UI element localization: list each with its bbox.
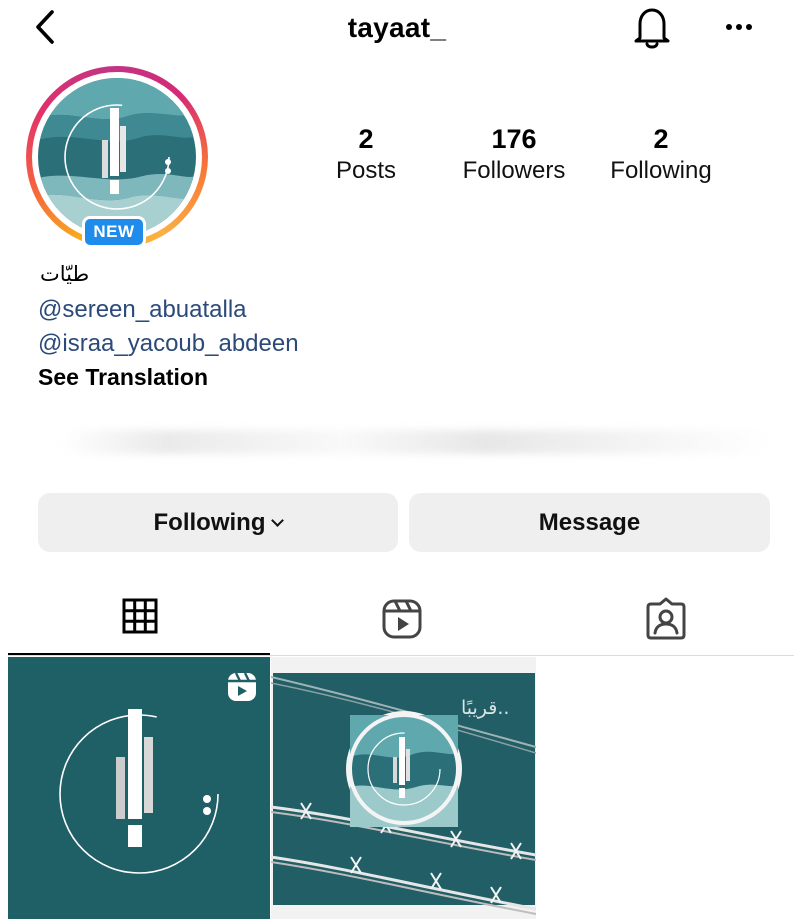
- following-count-value: 2: [653, 124, 669, 154]
- bell-icon: [634, 8, 670, 49]
- reels-icon: [382, 599, 422, 639]
- post-overlay-text: قريبًا..: [461, 697, 510, 719]
- followers-count-label: Followers: [462, 157, 566, 184]
- posts-count[interactable]: 2 Posts: [316, 124, 416, 188]
- message-button[interactable]: Message: [409, 493, 770, 552]
- blurred-bio-text: [60, 430, 770, 454]
- post-thumbnail-reel[interactable]: [8, 657, 270, 919]
- chevron-down-icon: [271, 514, 285, 527]
- bio-mention-link[interactable]: @israa_yacoub_abdeen: [38, 330, 299, 358]
- following-count-label: Following: [610, 157, 712, 184]
- message-button-label: Message: [538, 509, 641, 536]
- tab-reels[interactable]: [270, 585, 534, 655]
- posts-count-label: Posts: [335, 157, 397, 184]
- top-bar: tayaat_: [0, 0, 794, 55]
- followers-count-value: 176: [491, 124, 537, 154]
- more-options-button[interactable]: [720, 12, 760, 42]
- followers-count[interactable]: 176 Followers: [447, 124, 581, 188]
- tab-posts-grid[interactable]: [8, 585, 270, 655]
- profile-display-name: طيّات: [40, 262, 90, 286]
- see-translation-link[interactable]: See Translation: [38, 364, 208, 391]
- following-button[interactable]: Following: [38, 493, 398, 552]
- tayaat-logo-icon: [38, 78, 196, 236]
- tab-divider: [8, 655, 794, 656]
- posts-count-value: 2: [358, 124, 374, 154]
- bio-mention-link[interactable]: @sereen_abuatalla: [38, 296, 247, 324]
- tab-tagged[interactable]: [534, 585, 794, 655]
- post-thumbnail-image[interactable]: قريبًا..: [271, 657, 536, 919]
- new-badge: NEW: [82, 216, 146, 248]
- notifications-button[interactable]: [630, 4, 674, 50]
- grid-icon: [122, 598, 158, 634]
- tagged-icon: [646, 597, 686, 640]
- following-count[interactable]: 2 Following: [598, 124, 724, 188]
- following-button-label: Following: [153, 509, 266, 536]
- reel-badge-icon: [228, 672, 256, 701]
- avatar: [38, 78, 196, 236]
- more-horizontal-icon: [726, 24, 752, 30]
- profile-avatar-story[interactable]: NEW: [26, 66, 208, 248]
- profile-username: tayaat_: [347, 12, 447, 43]
